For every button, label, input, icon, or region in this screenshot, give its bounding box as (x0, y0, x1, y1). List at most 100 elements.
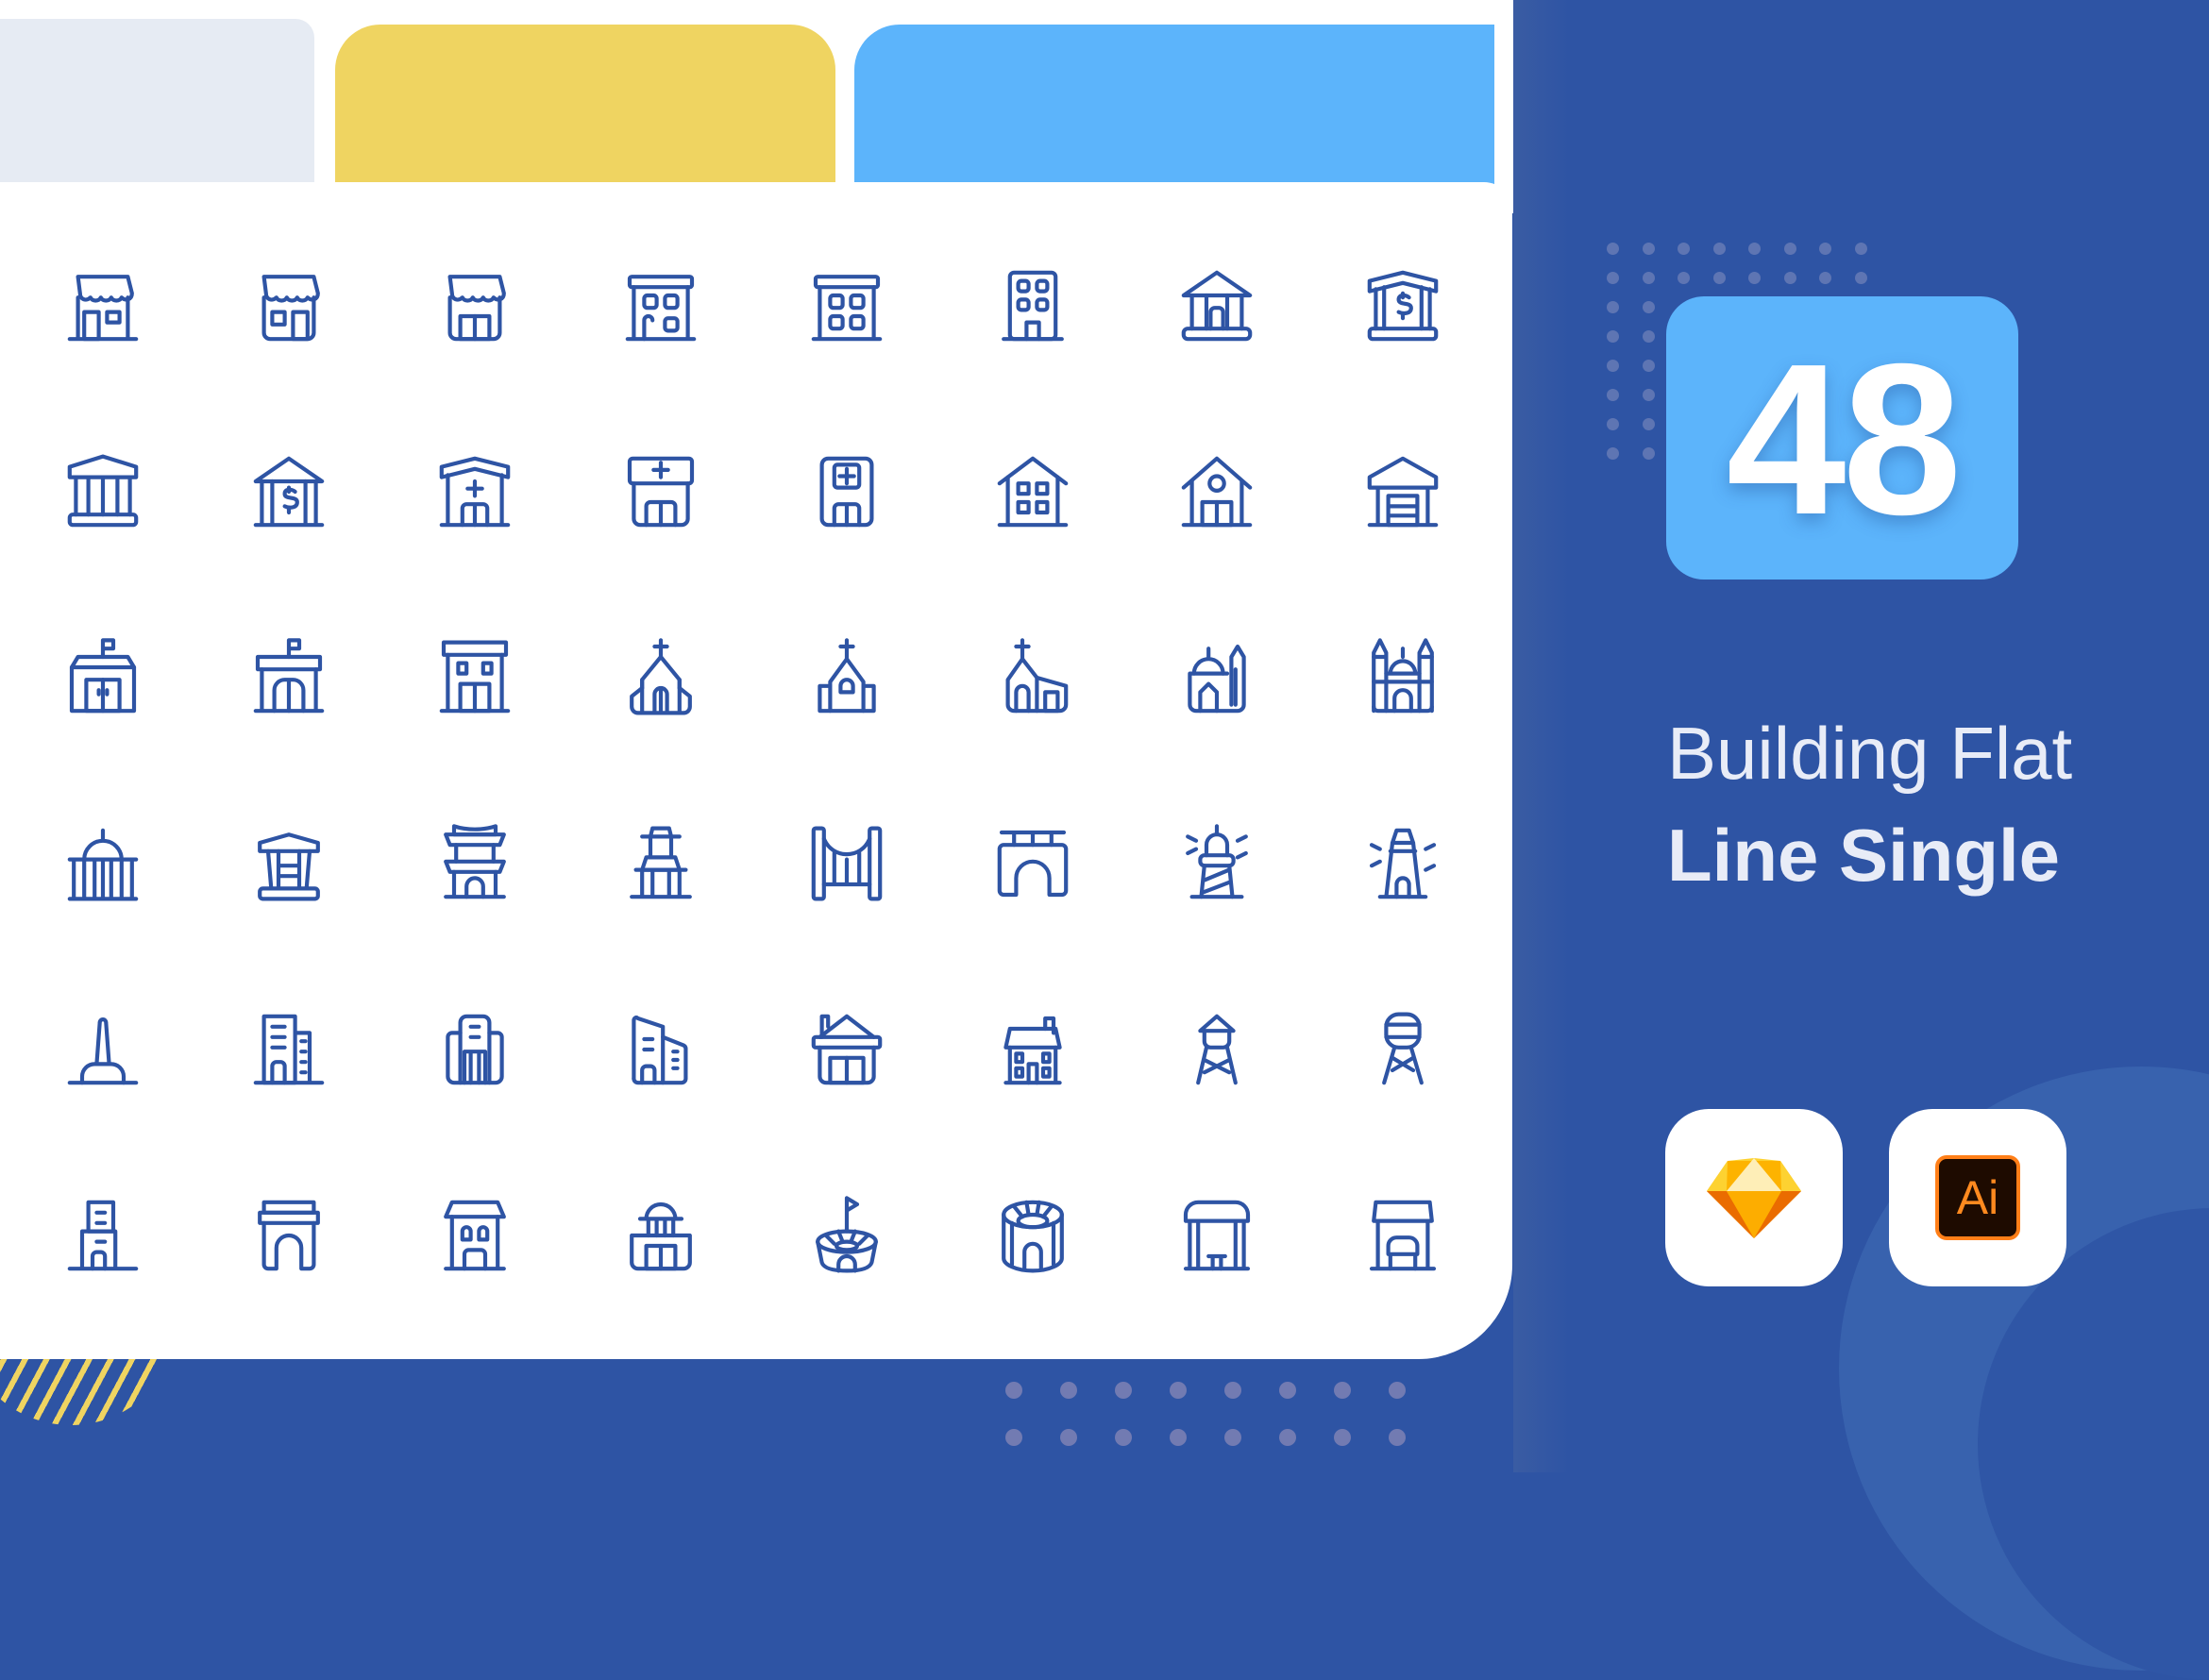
lighthouse-2-icon (1361, 822, 1444, 905)
decorative-dot (1748, 243, 1761, 255)
stadium-icon (805, 1194, 888, 1277)
hospital-icon (433, 450, 516, 533)
bank-icon (1175, 264, 1258, 347)
shop-house-icon (433, 1194, 516, 1277)
decorative-dot (1607, 447, 1619, 460)
hotel-icon (433, 636, 516, 719)
bridge-icon (991, 822, 1074, 905)
decorative-dot (1607, 243, 1619, 255)
illustrator-label: Ai (1956, 1171, 1999, 1224)
decorative-dot (1607, 389, 1619, 401)
decorative-dot (1819, 243, 1831, 255)
decorative-dot (1170, 1429, 1187, 1446)
tall-building-icon (991, 264, 1074, 347)
decorative-dot (1224, 1382, 1241, 1399)
bank-dollar-icon (1361, 264, 1444, 347)
garage-icon (1361, 450, 1444, 533)
decorative-dot (1607, 272, 1619, 284)
courthouse-icon (619, 1194, 702, 1277)
school-icon (61, 636, 144, 719)
tower-block-icon (61, 1194, 144, 1277)
barn-icon (1175, 450, 1258, 533)
decorative-dot (1115, 1429, 1132, 1446)
decorative-dot (1642, 301, 1655, 313)
townhouse-icon (991, 1008, 1074, 1091)
water-tower-2-icon (1361, 1008, 1444, 1091)
skyscraper-icon (247, 1008, 330, 1091)
title-line-1: Building Flat (1667, 712, 2073, 795)
decorative-dot (1783, 272, 1796, 284)
kiosk-icon (1361, 1194, 1444, 1277)
decorative-dot (1279, 1429, 1296, 1446)
decorative-dot (1748, 272, 1761, 284)
church-icon (619, 636, 702, 719)
decorative-dot (1712, 243, 1726, 255)
capitol-icon (61, 822, 144, 905)
icon-count-badge: 48 (1666, 296, 2018, 580)
decorative-dot (1060, 1382, 1077, 1399)
sketch-tile (1665, 1109, 1843, 1286)
decorative-dot (1783, 243, 1796, 255)
pavilion-icon (247, 822, 330, 905)
decorative-dot (1005, 1429, 1022, 1446)
pagoda-icon (433, 822, 516, 905)
decorative-dot (1607, 301, 1619, 313)
decorative-dot (1642, 330, 1655, 343)
sketch-diamond-icon (1707, 1158, 1801, 1238)
farmhouse-icon (805, 1008, 888, 1091)
arena-icon (991, 1194, 1074, 1277)
icon-count: 48 (1726, 320, 1963, 560)
temple-icon (619, 822, 702, 905)
water-tower-icon (1175, 1008, 1258, 1091)
clinic-icon (619, 450, 702, 533)
office-building-icon (805, 264, 888, 347)
corporate-building-icon (433, 1008, 516, 1091)
illustrator-tile: Ai (1889, 1109, 2066, 1286)
title-line-2: Line Single (1667, 814, 2061, 897)
medical-building-icon (805, 450, 888, 533)
decorative-dot (1279, 1382, 1296, 1399)
church-annex-icon (991, 636, 1074, 719)
decorative-dot (1819, 272, 1831, 284)
decorative-dot (1060, 1429, 1077, 1446)
bank-dollar-2-icon (247, 450, 330, 533)
decorative-dot (1334, 1382, 1351, 1399)
illustrator-icon: Ai (1935, 1155, 2020, 1240)
decorative-dot (1642, 243, 1655, 255)
decorative-dot (1115, 1382, 1132, 1399)
decorative-dot (1607, 418, 1619, 430)
store-icon (433, 264, 516, 347)
obelisk-icon (61, 1008, 144, 1091)
decorative-dot (1224, 1429, 1241, 1446)
arch-icon (247, 1194, 330, 1277)
bus-stop-icon (1175, 1194, 1258, 1277)
decorative-dot (1854, 243, 1867, 255)
decorative-dot (1642, 418, 1655, 430)
product-title: Building Flat Line Single (1667, 702, 2072, 906)
school-2-icon (247, 636, 330, 719)
decorative-dot (1170, 1382, 1187, 1399)
decorative-dot (1642, 389, 1655, 401)
decorative-dot (1854, 272, 1867, 284)
chapel-icon (805, 636, 888, 719)
decorative-dot (1642, 447, 1655, 460)
decorative-dot (1678, 272, 1690, 284)
decorative-dot (1005, 1382, 1022, 1399)
decorative-dot (1389, 1429, 1406, 1446)
house-windows-icon (991, 450, 1074, 533)
decorative-dot (1642, 272, 1655, 284)
decorative-dot (1678, 243, 1690, 255)
decorative-dot (1334, 1429, 1351, 1446)
modern-office-icon (619, 1008, 702, 1091)
shop-2-icon (247, 264, 330, 347)
museum-icon (61, 450, 144, 533)
icon-card (0, 182, 1512, 1359)
decorative-dot (1712, 272, 1726, 284)
mosque-icon (1175, 636, 1258, 719)
suspension-bridge-icon (805, 822, 888, 905)
decorative-dot (1607, 360, 1619, 372)
lighthouse-icon (1175, 822, 1258, 905)
shop-icon (61, 264, 144, 347)
decorative-dot (1642, 360, 1655, 372)
decorative-dot (1389, 1382, 1406, 1399)
